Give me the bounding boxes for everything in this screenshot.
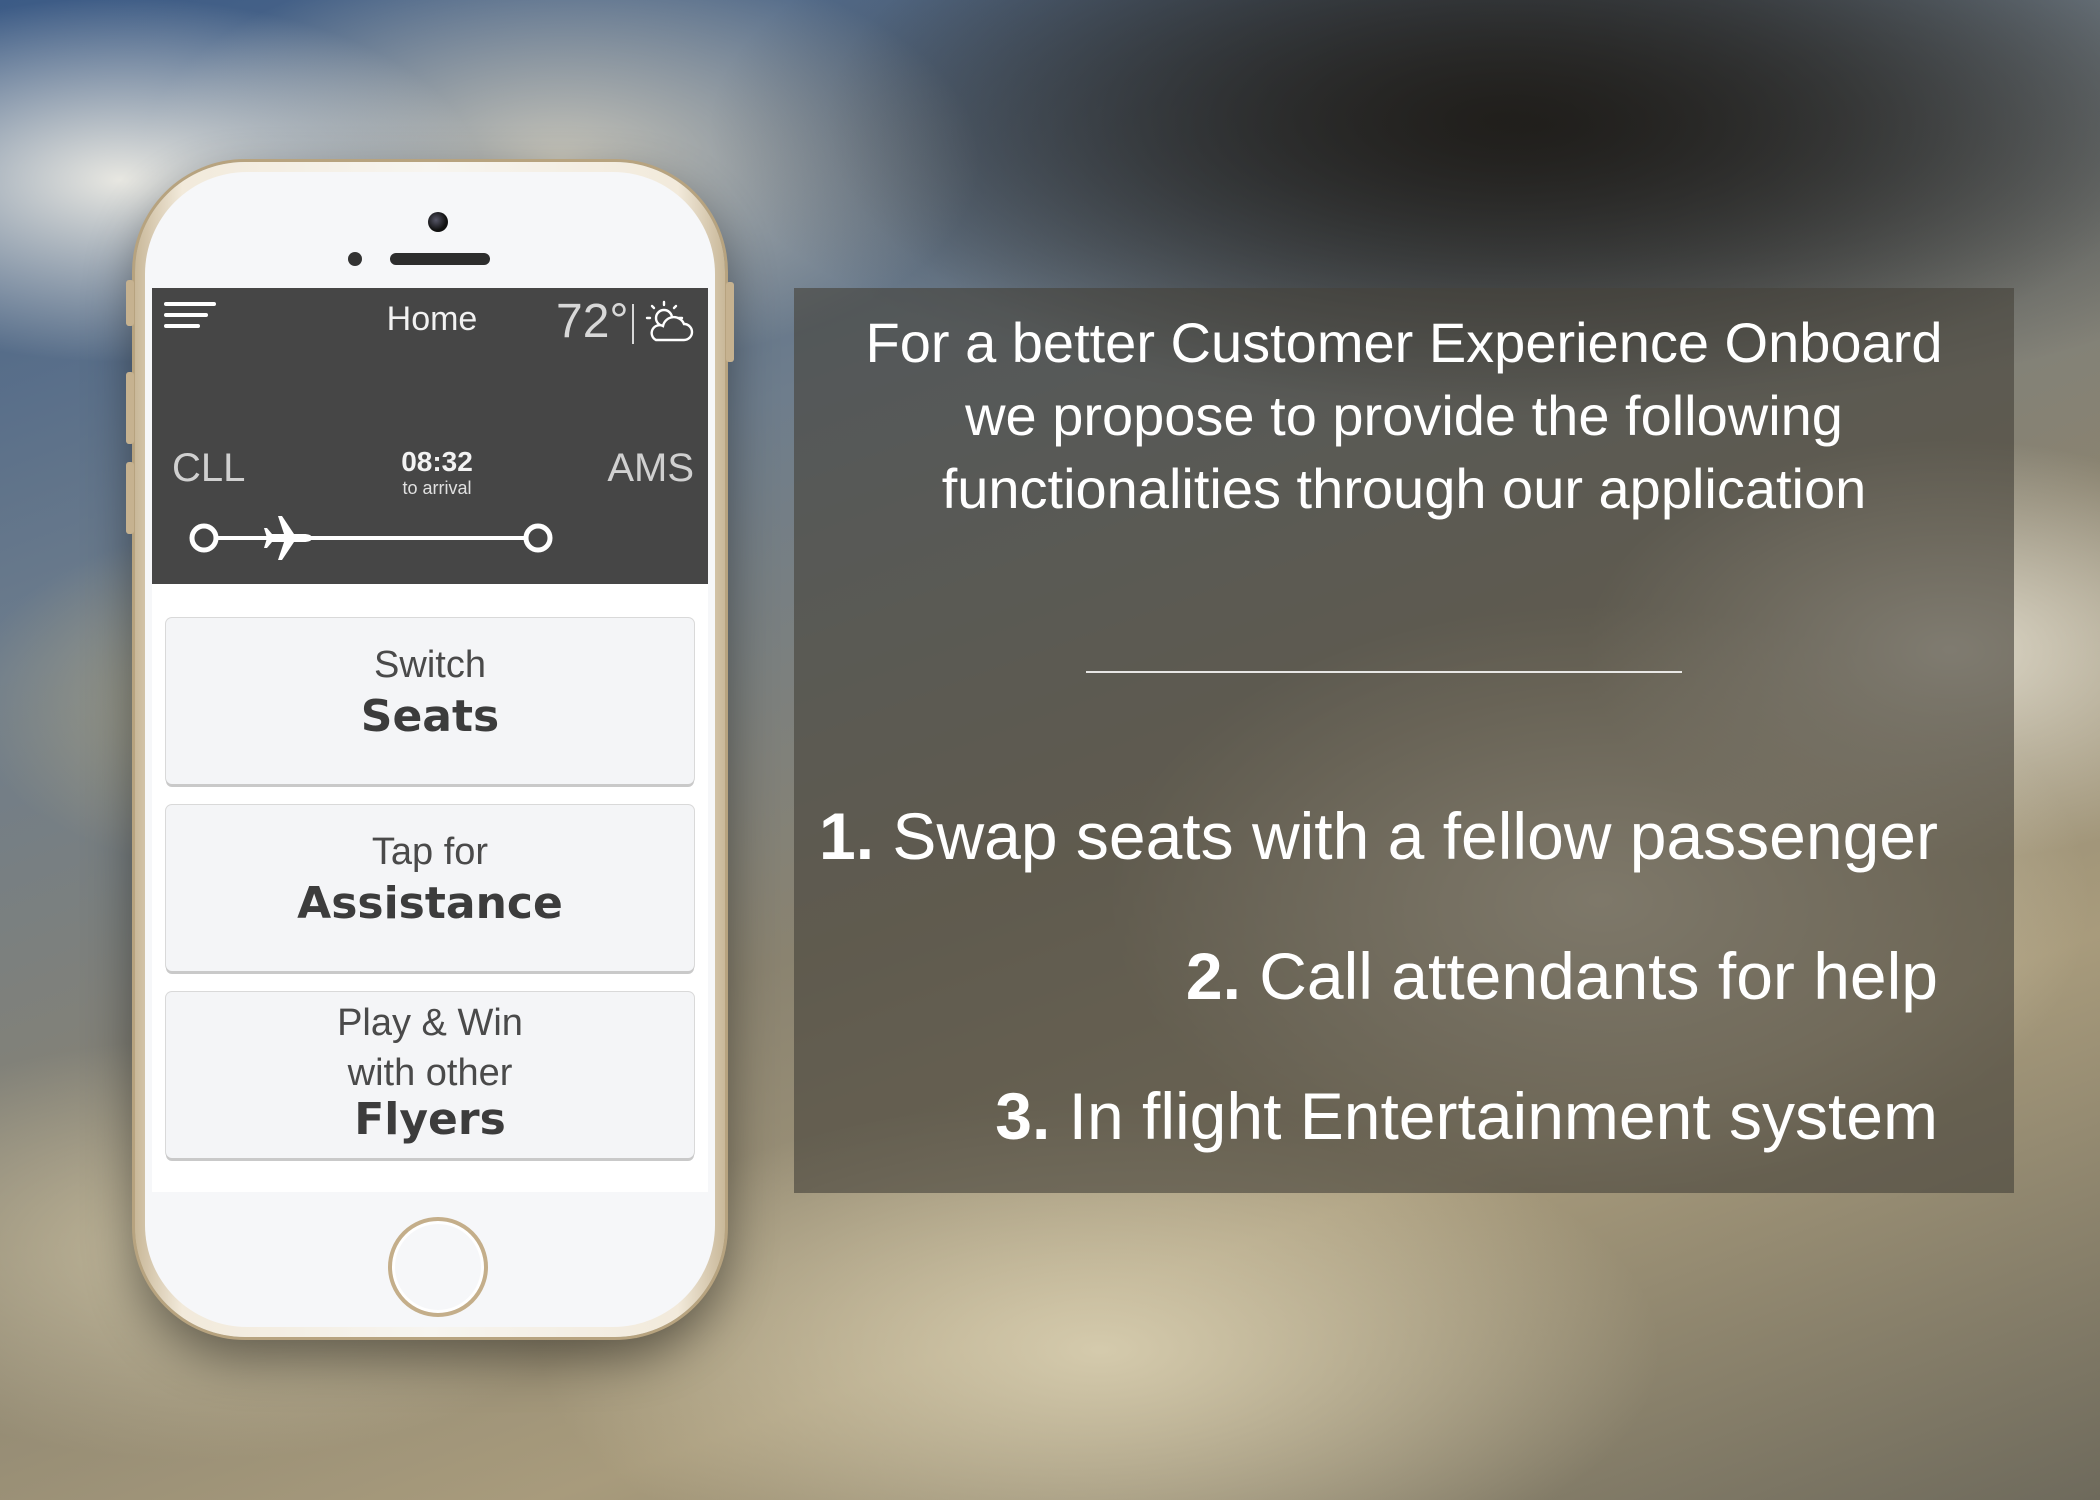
card-label: Switch — [374, 644, 486, 686]
temperature-readout: 72° — [556, 295, 629, 348]
card-title: Flyers — [354, 1094, 506, 1145]
time-to-arrival-label: to arrival — [402, 478, 472, 498]
origin-marker — [189, 523, 219, 553]
front-camera — [428, 212, 448, 232]
panel-intro: For a better Customer Experience Onboard… — [814, 306, 1994, 525]
page-title: Home — [386, 300, 478, 338]
feature-number: 2. — [1185, 939, 1241, 1013]
assistance-button[interactable]: Tap for Assistance — [166, 805, 694, 971]
flight-progress-track — [189, 516, 553, 560]
intro-line: we propose to provide the following — [965, 384, 1843, 447]
power-button — [726, 282, 734, 362]
origin-airport: CLL — [172, 446, 246, 490]
feature-item: 3. In flight Entertainment system — [995, 1078, 1938, 1154]
airplane-icon — [264, 516, 312, 560]
volume-up-button — [126, 372, 134, 444]
mute-switch — [126, 280, 134, 326]
card-label-secondary: with other — [347, 1052, 513, 1094]
feature-item: 2. Call attendants for help — [1186, 938, 1938, 1014]
earpiece-speaker — [390, 253, 490, 265]
time-to-arrival: 08:32 — [401, 446, 473, 477]
feature-text: In flight Entertainment system — [1050, 1079, 1938, 1153]
proximity-sensor — [348, 252, 362, 266]
card-label: Tap for — [371, 831, 489, 873]
intro-line: functionalities through our application — [941, 457, 1867, 520]
feature-number: 3. — [995, 1079, 1051, 1153]
volume-down-button — [126, 462, 134, 534]
header-divider — [632, 304, 634, 344]
card-label: Play & Win — [337, 1002, 523, 1044]
intro-line: For a better Customer Experience Onboard — [865, 311, 1943, 374]
info-panel: For a better Customer Experience Onboard… — [794, 288, 2014, 1193]
destination-marker — [523, 523, 553, 553]
card-title: Assistance — [297, 878, 563, 929]
hamburger-menu-icon[interactable] — [164, 302, 216, 334]
card-title: Seats — [360, 691, 500, 742]
destination-airport: AMS — [607, 446, 694, 490]
app-screen: Home 72° CLL AMS 08:32 to arrival Switch… — [152, 288, 708, 1192]
play-and-win-button[interactable]: Play & Win with other Flyers — [166, 992, 694, 1158]
switch-seats-button[interactable]: Switch Seats — [166, 618, 694, 784]
feature-text: Swap seats with a fellow passenger — [874, 799, 1938, 873]
flight-header: Home 72° CLL AMS 08:32 to arrival — [152, 288, 708, 584]
home-button[interactable] — [388, 1217, 488, 1317]
divider — [1086, 671, 1682, 673]
partly-cloudy-sun-icon — [645, 300, 694, 342]
feature-number: 1. — [819, 799, 875, 873]
feature-item: 1. Swap seats with a fellow passenger — [819, 798, 1938, 874]
feature-text: Call attendants for help — [1240, 939, 1938, 1013]
